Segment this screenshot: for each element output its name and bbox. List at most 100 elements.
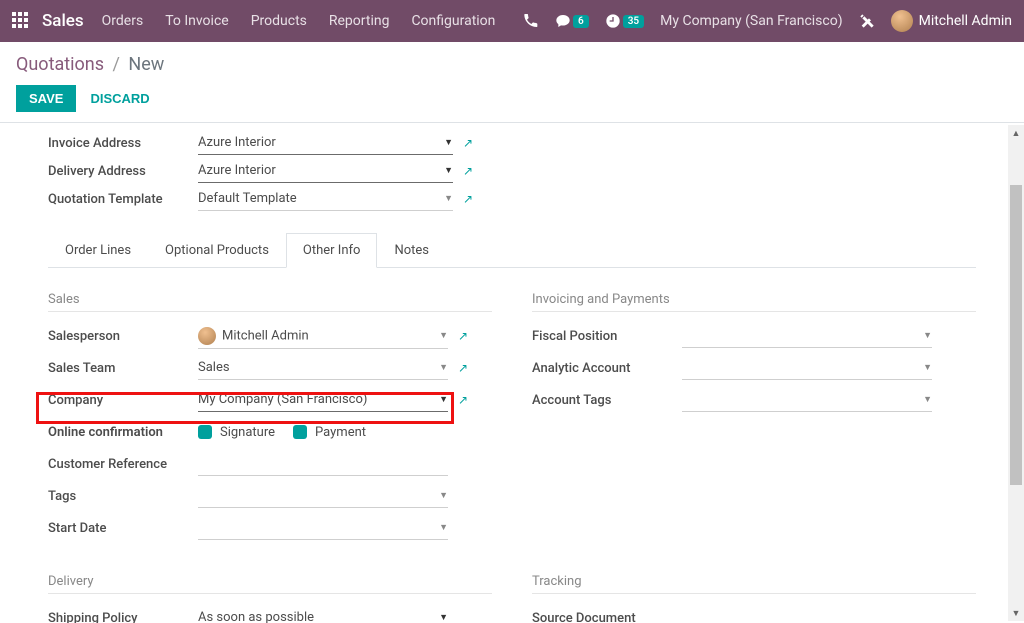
avatar-icon <box>198 327 216 345</box>
top-navbar: Sales Orders To Invoice Products Reporti… <box>0 0 1024 42</box>
nav-to-invoice[interactable]: To Invoice <box>165 13 229 29</box>
col-delivery: Delivery Shipping Policy As soon as poss… <box>48 574 492 623</box>
chevron-down-icon: ▼ <box>439 490 448 501</box>
field-shipping-policy[interactable]: As soon as possible ▼ <box>198 606 448 623</box>
action-bar: SAVE DISCARD <box>16 85 1008 112</box>
field-quotation-template[interactable]: Default Template ▼ <box>198 187 453 211</box>
field-company[interactable]: My Company (San Francisco) ▼ <box>198 388 448 412</box>
label-start-date: Start Date <box>48 521 198 536</box>
label-account-tags: Account Tags <box>532 393 682 408</box>
field-delivery-address[interactable]: Azure Interior ▼ <box>198 159 453 183</box>
label-source-document: Source Document <box>532 611 682 623</box>
nav-links: Orders To Invoice Products Reporting Con… <box>102 13 523 29</box>
col-invoicing: Invoicing and Payments Fiscal Position ▼… <box>532 292 976 546</box>
form-scroll[interactable]: Invoice Address Azure Interior ▼ ↗ Deliv… <box>0 123 1024 623</box>
row-sales-team: Sales Team Sales ▼ ↗ <box>48 354 492 382</box>
nav-right: 6 35 My Company (San Francisco) Mitchell… <box>523 10 1012 32</box>
scroll-up-icon[interactable]: ▲ <box>1008 125 1024 141</box>
chevron-down-icon: ▼ <box>923 394 932 405</box>
clock-icon[interactable]: 35 <box>605 13 644 29</box>
row-shipping-policy: Shipping Policy As soon as possible ▼ <box>48 604 492 623</box>
label-tags: Tags <box>48 489 198 504</box>
label-sales-team: Sales Team <box>48 361 198 376</box>
field-analytic-account[interactable]: ▼ <box>682 356 932 380</box>
tools-icon[interactable] <box>859 13 875 29</box>
label-online-confirmation: Online confirmation <box>48 425 198 440</box>
row-fiscal-position: Fiscal Position ▼ <box>532 322 976 350</box>
tab-notes[interactable]: Notes <box>377 233 446 267</box>
tabs: Order Lines Optional Products Other Info… <box>48 233 976 268</box>
check-label-payment: Payment <box>315 425 366 440</box>
col-sales: Sales Salesperson Mitchell Admin ▼ ↗ Sal… <box>48 292 492 546</box>
row-account-tags: Account Tags ▼ <box>532 386 976 414</box>
clock-badge: 35 <box>623 15 644 28</box>
field-start-date[interactable]: ▼ <box>198 516 448 540</box>
app-brand[interactable]: Sales <box>42 11 84 31</box>
row-invoice-address: Invoice Address Azure Interior ▼ ↗ <box>48 129 976 157</box>
chevron-down-icon: ▼ <box>439 522 448 533</box>
breadcrumb: Quotations / New <box>16 54 1008 75</box>
checkbox-payment[interactable] <box>293 425 307 439</box>
external-link-icon[interactable]: ↗ <box>463 136 473 150</box>
external-link-icon[interactable]: ↗ <box>458 361 468 375</box>
breadcrumb-root[interactable]: Quotations <box>16 54 104 75</box>
chevron-down-icon: ▼ <box>444 193 453 204</box>
tab-optional-products[interactable]: Optional Products <box>148 233 286 267</box>
breadcrumb-sep: / <box>112 54 119 75</box>
breadcrumb-current: New <box>128 54 164 75</box>
row-quotation-template: Quotation Template Default Template ▼ ↗ <box>48 185 976 213</box>
user-name: Mitchell Admin <box>919 13 1012 29</box>
avatar-icon <box>891 10 913 32</box>
field-fiscal-position[interactable]: ▼ <box>682 324 932 348</box>
field-source-document[interactable] <box>682 606 932 623</box>
chevron-down-icon: ▼ <box>439 362 448 373</box>
external-link-icon[interactable]: ↗ <box>463 192 473 206</box>
label-customer-reference: Customer Reference <box>48 457 198 472</box>
nav-products[interactable]: Products <box>251 13 307 29</box>
label-quotation-template: Quotation Template <box>48 192 198 207</box>
apps-icon[interactable] <box>12 12 30 30</box>
row-start-date: Start Date ▼ <box>48 514 492 542</box>
row-company: Company My Company (San Francisco) ▼ ↗ <box>48 386 492 414</box>
save-button[interactable]: SAVE <box>16 85 76 112</box>
scrollbar[interactable]: ▲ ▼ <box>1008 125 1024 621</box>
chevron-down-icon: ▼ <box>444 165 453 176</box>
phone-icon[interactable] <box>523 13 539 29</box>
label-salesperson: Salesperson <box>48 329 198 344</box>
form-columns-2: Delivery Shipping Policy As soon as poss… <box>48 574 976 623</box>
company-switcher[interactable]: My Company (San Francisco) <box>660 13 842 29</box>
field-sales-team[interactable]: Sales ▼ <box>198 356 448 380</box>
external-link-icon[interactable]: ↗ <box>458 329 468 343</box>
field-tags[interactable]: ▼ <box>198 484 448 508</box>
check-label-signature: Signature <box>220 425 275 440</box>
field-customer-reference[interactable] <box>198 452 448 476</box>
row-analytic-account: Analytic Account ▼ <box>532 354 976 382</box>
section-sales-title: Sales <box>48 292 492 312</box>
label-fiscal-position: Fiscal Position <box>532 329 682 344</box>
tab-order-lines[interactable]: Order Lines <box>48 233 148 267</box>
tab-other-info[interactable]: Other Info <box>286 233 378 268</box>
checkbox-signature[interactable] <box>198 425 212 439</box>
user-menu[interactable]: Mitchell Admin <box>891 10 1012 32</box>
nav-reporting[interactable]: Reporting <box>329 13 390 29</box>
external-link-icon[interactable]: ↗ <box>458 393 468 407</box>
row-tags: Tags ▼ <box>48 482 492 510</box>
nav-configuration[interactable]: Configuration <box>411 13 495 29</box>
external-link-icon[interactable]: ↗ <box>463 164 473 178</box>
chevron-down-icon: ▼ <box>439 330 448 341</box>
label-invoice-address: Invoice Address <box>48 136 198 151</box>
field-invoice-address[interactable]: Azure Interior ▼ <box>198 131 453 155</box>
chat-icon[interactable]: 6 <box>555 13 589 29</box>
chevron-down-icon: ▼ <box>923 330 932 341</box>
label-shipping-policy: Shipping Policy <box>48 611 198 623</box>
nav-orders[interactable]: Orders <box>102 13 144 29</box>
form-wrap: Invoice Address Azure Interior ▼ ↗ Deliv… <box>0 123 1024 623</box>
field-salesperson[interactable]: Mitchell Admin ▼ <box>198 324 448 349</box>
row-online-confirmation: Online confirmation Signature Payment <box>48 418 492 446</box>
scroll-down-icon[interactable]: ▼ <box>1008 605 1024 621</box>
scrollbar-thumb[interactable] <box>1010 185 1022 485</box>
col-tracking: Tracking Source Document Campaign ▼ <box>532 574 976 623</box>
field-account-tags[interactable]: ▼ <box>682 388 932 412</box>
discard-button[interactable]: DISCARD <box>90 91 149 106</box>
chevron-down-icon: ▼ <box>439 612 448 623</box>
